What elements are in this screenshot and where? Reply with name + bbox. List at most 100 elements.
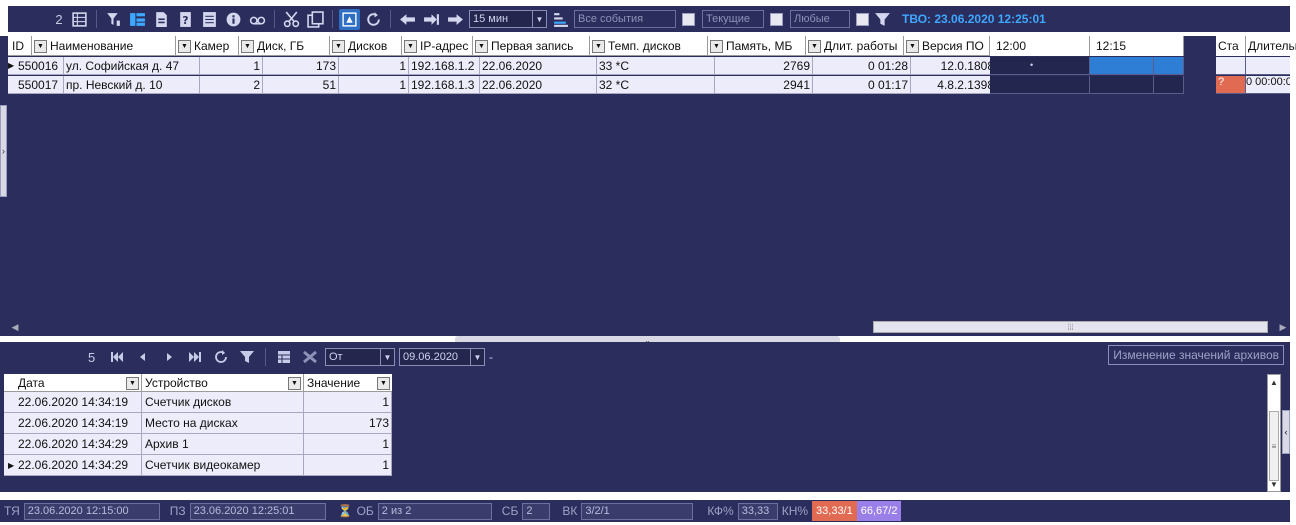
chevron-down-icon[interactable]: ▼ <box>404 39 417 53</box>
archive-panel: Дата ▼ Устройство ▼ Значение ▼ 22.06.2020 1… <box>0 372 1290 492</box>
scroll-up-icon[interactable]: ▲ <box>1268 375 1280 389</box>
col-disk-temp[interactable]: ▼ Темп. дисков <box>590 36 708 56</box>
table-row[interactable]: ▶ 550016 ул. Софийская д. 47 1 173 1 192.… <box>8 57 997 75</box>
col-cams[interactable]: ▼ Камер <box>176 36 239 56</box>
cell-device: Счетчик дисков <box>142 392 304 413</box>
col-device[interactable]: Устройство ▼ <box>142 374 304 392</box>
copy-icon[interactable] <box>305 9 326 30</box>
next-page-icon[interactable] <box>158 346 180 368</box>
chevron-down-icon[interactable]: ▼ <box>241 39 254 53</box>
prev-page-icon[interactable] <box>132 346 154 368</box>
active-view-icon[interactable] <box>339 8 360 30</box>
chevron-down-icon[interactable]: ▼ <box>126 376 139 390</box>
scissors-icon[interactable] <box>281 9 302 30</box>
document-icon[interactable] <box>151 9 172 30</box>
arrow-left-icon[interactable] <box>397 9 418 30</box>
chevron-down-icon[interactable]: ▼ <box>332 39 345 53</box>
grid-icon[interactable] <box>69 9 90 30</box>
scroll-right-icon[interactable]: ▶ <box>1276 322 1290 333</box>
all-events-field[interactable]: Все события <box>574 10 676 28</box>
cell-device: Счетчик видеокамер <box>142 455 304 476</box>
arrow-jump-icon[interactable] <box>421 9 442 30</box>
cell-value: 1 <box>304 392 392 413</box>
col-value[interactable]: Значение ▼ <box>304 374 392 392</box>
list-icon[interactable] <box>199 9 220 30</box>
refresh-icon[interactable] <box>363 9 384 30</box>
chevron-down-icon[interactable]: ▼ <box>475 39 488 53</box>
grid-header: ID ▼ Наименование ▼ Камер ▼ Диск, ГБ ▼ Диско… <box>8 36 990 56</box>
chevron-down-icon[interactable]: ▼ <box>906 39 919 53</box>
chevron-down-icon[interactable]: ▼ <box>377 376 390 390</box>
interval-select[interactable]: 15 мин ▼ <box>469 10 547 28</box>
toolbar-separator <box>96 10 97 28</box>
timeline-cell: • <box>990 57 1090 75</box>
kn-label: КН% <box>781 504 809 518</box>
refresh-icon[interactable] <box>210 346 232 368</box>
col-version[interactable]: ▼ Версия ПО <box>904 36 990 56</box>
horizontal-scrollbar[interactable]: ◀ ⦙⦙⦙ ▶ <box>8 320 1290 334</box>
chevron-down-icon[interactable]: ▼ <box>178 39 191 53</box>
tape-icon[interactable] <box>247 9 268 30</box>
current-field[interactable]: Текущие <box>702 10 764 28</box>
col-ip[interactable]: ▼ IP-адрес <box>402 36 473 56</box>
col-first-record[interactable]: ▼ Первая запись <box>473 36 590 56</box>
right-panel-handle[interactable]: ‹ <box>1282 410 1290 454</box>
table-row[interactable]: 22.06.2020 14:34:29 Архив 1 1 <box>4 434 392 455</box>
chevron-down-icon[interactable]: ▼ <box>808 39 821 53</box>
funnel-icon[interactable] <box>872 9 893 30</box>
table-row[interactable]: 22.06.2020 14:34:19 Счетчик дисков 1 <box>4 392 392 413</box>
date-picker[interactable]: 09.06.2020 ▼ <box>399 348 485 366</box>
cell-duration: 0 00:00:01 <box>1246 76 1290 94</box>
any-field[interactable]: Любые <box>790 10 850 28</box>
cell-first-record: 22.06.2020 <box>480 76 597 94</box>
last-page-icon[interactable] <box>184 346 206 368</box>
cell-temp: 32 *C <box>597 76 715 94</box>
current-checkbox[interactable] <box>770 12 783 26</box>
info-icon[interactable] <box>223 9 244 30</box>
archive-toolbar: 5 От ▼ 09.06.2020 ▼ - Изменение значений… <box>0 342 1290 372</box>
col-date[interactable]: Дата ▼ <box>4 374 142 392</box>
table-view-icon[interactable] <box>273 346 295 368</box>
funnel-icon[interactable] <box>236 346 258 368</box>
timeline-active-block <box>1090 57 1154 75</box>
arrow-right-icon[interactable] <box>445 9 466 30</box>
chevron-down-icon[interactable]: ▼ <box>592 39 605 53</box>
col-disk[interactable]: ▼ Диск, ГБ <box>239 36 330 56</box>
scroll-down-icon[interactable]: ▼ <box>1268 477 1280 491</box>
col-name[interactable]: ▼ Наименование <box>32 36 176 56</box>
left-panel-handle[interactable]: › <box>0 105 7 197</box>
col-disks[interactable]: ▼ Дисков <box>330 36 402 56</box>
all-events-checkbox[interactable] <box>682 12 695 26</box>
cell-uptime: 0 01:28 <box>813 57 911 75</box>
table-row[interactable]: 22.06.2020 14:34:19 Место на дисках 173 <box>4 413 392 434</box>
help-icon[interactable]: ? <box>175 9 196 30</box>
clear-icon[interactable] <box>299 346 321 368</box>
col-status[interactable]: Ста <box>1216 36 1246 56</box>
scrollbar-thumb[interactable]: ⦙⦙⦙ <box>873 321 1268 333</box>
table-row[interactable]: ▶ 22.06.2020 14:34:29 Счетчик видеокамер … <box>4 455 392 476</box>
col-uptime[interactable]: ▼ Длит. работы <box>806 36 904 56</box>
col-id[interactable]: ID <box>8 36 32 56</box>
scroll-left-icon[interactable]: ◀ <box>8 322 22 333</box>
vk-label: ВК <box>562 504 578 518</box>
cell-id: 550017 <box>8 76 64 94</box>
first-page-icon[interactable] <box>106 346 128 368</box>
mode-select[interactable]: От ▼ <box>325 348 395 366</box>
vertical-scrollbar[interactable]: ▲ ≡ ▼ <box>1267 374 1281 492</box>
any-checkbox[interactable] <box>856 12 869 26</box>
chevron-down-icon[interactable]: ▼ <box>288 376 301 390</box>
col-memory[interactable]: ▼ Память, МБ <box>708 36 806 56</box>
toolbar-number: 2 <box>55 11 63 27</box>
scrollbar-thumb[interactable]: ≡ <box>1269 411 1279 481</box>
col-duration[interactable]: Длительнс <box>1246 36 1296 56</box>
table-row[interactable]: 550017 пр. Невский д. 10 2 51 1 192.168.… <box>8 76 997 94</box>
tree-view-icon[interactable] <box>127 9 148 30</box>
chevron-down-icon[interactable]: ▼ <box>710 39 723 53</box>
sb-label: СБ <box>501 504 519 518</box>
timeline-1200: 12:00 <box>990 36 1090 56</box>
ty-label: ТЯ <box>4 504 20 518</box>
sort-icon[interactable] <box>550 9 571 30</box>
filter-tree-icon[interactable] <box>103 9 124 30</box>
tvo-timestamp: ТВО: 23.06.2020 12:25:01 <box>902 12 1046 26</box>
chevron-down-icon[interactable]: ▼ <box>34 39 47 53</box>
